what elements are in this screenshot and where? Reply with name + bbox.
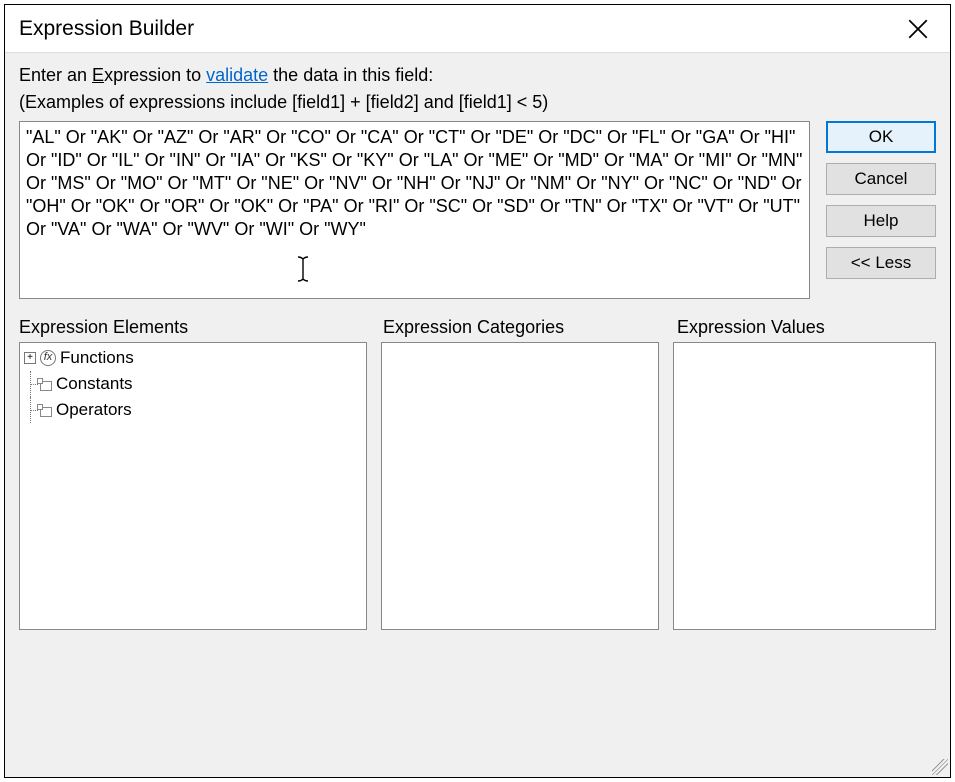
prompt-after-mn: xpression to bbox=[104, 65, 206, 85]
panel-headers: Expression Elements Expression Categorie… bbox=[19, 317, 936, 338]
dialog-window: Expression Builder Enter an Expression t… bbox=[4, 4, 951, 778]
close-button[interactable] bbox=[900, 11, 936, 47]
expression-input[interactable]: "AL" Or "AK" Or "AZ" Or "AR" Or "CO" Or … bbox=[19, 121, 810, 299]
tree-item-label: Functions bbox=[60, 348, 134, 368]
prompt-text: Enter an Expression to validate the data… bbox=[19, 65, 936, 86]
validate-link[interactable]: validate bbox=[206, 65, 268, 85]
prompt-post: the data in this field: bbox=[268, 65, 433, 85]
less-button[interactable]: << Less bbox=[826, 247, 936, 279]
tree-item-operators[interactable]: Operators bbox=[20, 397, 366, 423]
fx-icon bbox=[40, 350, 56, 366]
tree-branch-icon bbox=[24, 397, 38, 423]
tree-branch-icon bbox=[24, 371, 38, 397]
side-buttons: OK Cancel Help << Less bbox=[826, 121, 936, 279]
node-icon bbox=[40, 407, 52, 417]
elements-header: Expression Elements bbox=[19, 317, 367, 338]
tree-item-functions[interactable]: + Functions bbox=[20, 345, 366, 371]
titlebar: Expression Builder bbox=[5, 5, 950, 53]
ok-button[interactable]: OK bbox=[826, 121, 936, 153]
tree-item-label: Operators bbox=[56, 400, 132, 420]
prompt-mnemonic: E bbox=[92, 65, 104, 85]
values-list[interactable] bbox=[673, 342, 936, 630]
resize-grip-icon[interactable] bbox=[932, 759, 948, 775]
categories-list[interactable] bbox=[381, 342, 659, 630]
categories-header: Expression Categories bbox=[383, 317, 661, 338]
elements-list[interactable]: + Functions Constants Operators bbox=[19, 342, 367, 630]
panel-lists: + Functions Constants Operators bbox=[19, 342, 936, 630]
values-header: Expression Values bbox=[677, 317, 936, 338]
help-button[interactable]: Help bbox=[826, 205, 936, 237]
examples-text: (Examples of expressions include [field1… bbox=[19, 92, 936, 113]
close-icon bbox=[908, 19, 928, 39]
expression-row: "AL" Or "AK" Or "AZ" Or "AR" Or "CO" Or … bbox=[19, 121, 936, 299]
tree-item-constants[interactable]: Constants bbox=[20, 371, 366, 397]
dialog-title: Expression Builder bbox=[19, 17, 194, 41]
tree-item-label: Constants bbox=[56, 374, 133, 394]
text-cursor-icon bbox=[294, 254, 312, 284]
cancel-button[interactable]: Cancel bbox=[826, 163, 936, 195]
dialog-content: Enter an Expression to validate the data… bbox=[5, 53, 950, 777]
node-icon bbox=[40, 381, 52, 391]
prompt-pre: Enter an bbox=[19, 65, 92, 85]
expression-text: "AL" Or "AK" Or "AZ" Or "AR" Or "CO" Or … bbox=[26, 127, 802, 239]
expand-icon[interactable]: + bbox=[24, 352, 36, 364]
